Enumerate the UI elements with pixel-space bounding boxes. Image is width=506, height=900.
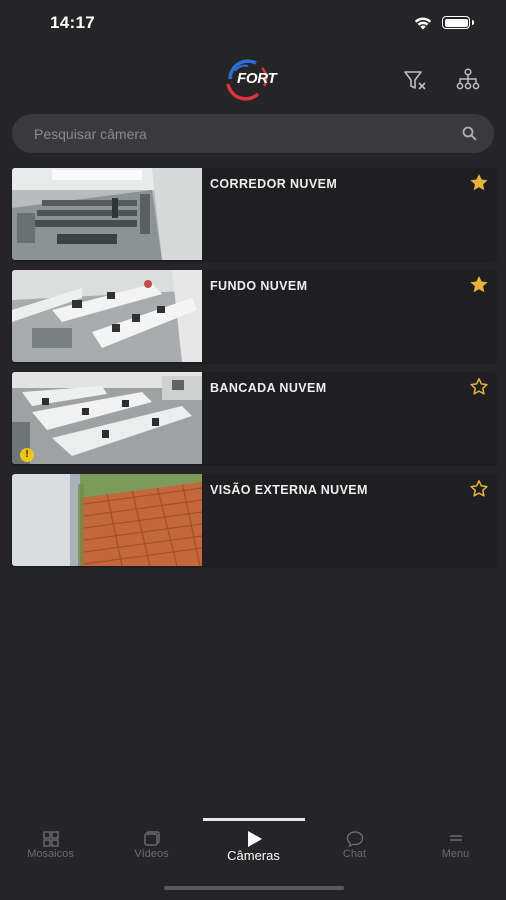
camera-thumbnail[interactable] [12, 270, 202, 362]
tab-label: Vídeos [134, 848, 169, 860]
search-icon[interactable] [462, 126, 477, 141]
tab-chat[interactable]: Chat [304, 826, 405, 872]
menu-icon [449, 835, 462, 841]
wifi-icon [414, 17, 432, 30]
camera-card[interactable]: VISÃO EXTERNA NUVEM [12, 474, 496, 566]
camera-thumbnail[interactable] [12, 168, 202, 260]
tab-label: Câmeras [227, 848, 280, 863]
status-time: 14:17 [50, 13, 95, 32]
camera-thumbnail[interactable] [12, 474, 202, 566]
videos-icon [143, 831, 160, 846]
camera-card[interactable]: FUNDO NUVEM [12, 270, 496, 362]
star-outline-icon[interactable] [469, 377, 489, 396]
app-header: FORT [0, 48, 506, 110]
tab-videos[interactable]: Vídeos [101, 826, 202, 872]
star-filled-icon[interactable] [469, 173, 489, 192]
tab-mosaicos[interactable]: Mosaicos [0, 826, 101, 872]
active-tab-indicator [203, 818, 305, 821]
star-outline-icon[interactable] [469, 479, 489, 498]
tab-label: Menu [441, 848, 470, 860]
tab-menu[interactable]: Menu [405, 826, 506, 872]
tab-cameras[interactable]: Câmeras [203, 826, 304, 872]
camera-card[interactable]: ! BANCADA NUVEM [12, 372, 496, 464]
battery-icon [442, 16, 474, 29]
camera-name: BANCADA NUVEM [210, 381, 327, 395]
camera-name: CORREDOR NUVEM [210, 177, 338, 191]
hierarchy-icon[interactable] [455, 68, 481, 92]
filter-clear-icon[interactable] [402, 68, 428, 92]
tab-label: Chat [342, 848, 367, 860]
chat-icon [346, 831, 363, 848]
camera-name: FUNDO NUVEM [210, 279, 308, 293]
tab-label: Mosaicos [27, 848, 74, 860]
camera-name: VISÃO EXTERNA NUVEM [210, 483, 368, 497]
home-indicator [164, 886, 344, 890]
warning-badge: ! [20, 448, 34, 462]
camera-card[interactable]: CORREDOR NUVEM [12, 168, 496, 260]
camera-list: CORREDOR NUVEM FUNDO NUVEM ! BANCADA NUV… [12, 168, 496, 576]
logo-text: FORT [237, 70, 277, 87]
grid-icon [42, 831, 59, 847]
camera-thumbnail[interactable]: ! [12, 372, 202, 464]
play-icon [247, 831, 262, 847]
search-bar [12, 114, 494, 153]
fort-logo: FORT [218, 56, 290, 102]
search-input[interactable] [34, 114, 444, 153]
status-bar: 14:17 [0, 0, 506, 48]
star-filled-icon[interactable] [469, 275, 489, 294]
